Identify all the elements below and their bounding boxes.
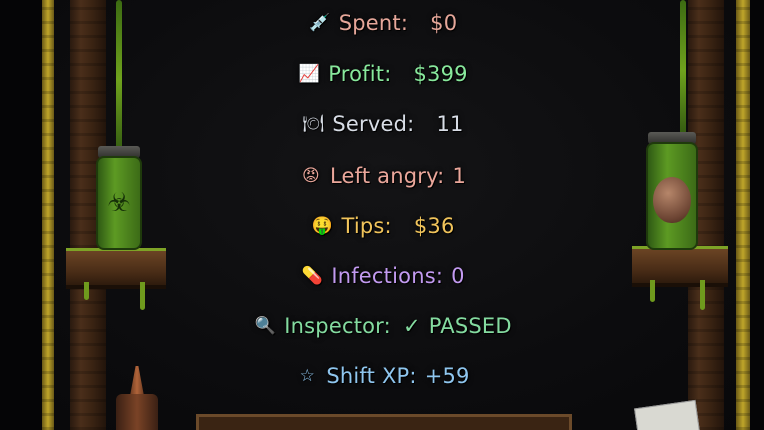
- shift-summary-screen: ☣ 💉 Spent: $0 📈 Profit: $399 🍽 Served: 1…: [0, 0, 764, 430]
- stat-label: Served:: [332, 112, 415, 136]
- angry-face-icon: 😡: [301, 166, 320, 186]
- magnifier-icon: 🔍: [254, 316, 276, 336]
- stat-label: Tips:: [341, 214, 392, 238]
- pill-icon: 💊: [301, 266, 323, 286]
- stat-value: $36: [413, 214, 455, 238]
- stat-tips: 🤑 Tips: $36: [0, 214, 764, 238]
- stat-label: Shift XP:: [326, 364, 417, 388]
- checkmark-icon: ✓: [402, 314, 421, 338]
- stat-value: 11: [436, 112, 464, 136]
- stat-label: Infections:: [331, 264, 444, 288]
- stat-profit: 📈 Profit: $399: [0, 62, 764, 86]
- stat-label: Inspector:: [284, 314, 391, 338]
- stat-value: 1: [452, 164, 467, 188]
- stat-value: PASSED: [428, 314, 512, 338]
- stat-shift-xp: ☆ Shift XP: +59: [0, 364, 764, 388]
- stat-label: Spent:: [338, 11, 409, 35]
- stat-value: $0: [430, 11, 458, 35]
- plate-icon: 🍽: [302, 114, 325, 134]
- stat-label: Profit:: [328, 62, 392, 86]
- stat-infections: 💊 Infections: 0: [0, 264, 764, 288]
- stat-left-angry: 😡 Left angry: 1: [0, 164, 764, 188]
- chart-up-icon: 📈: [298, 64, 320, 84]
- syringe-icon: 💉: [309, 13, 331, 33]
- stat-value: 0: [451, 264, 465, 288]
- stat-label: Left angry:: [329, 164, 445, 188]
- money-face-icon: 🤑: [311, 216, 334, 236]
- star-icon: ☆: [299, 366, 316, 386]
- stat-spent: 💉 Spent: $0: [0, 11, 764, 35]
- stat-served: 🍽 Served: 11: [0, 112, 764, 136]
- stat-value: $399: [413, 62, 468, 86]
- stat-inspector: 🔍 Inspector: ✓ PASSED: [0, 314, 764, 338]
- shift-stats-list: 💉 Spent: $0 📈 Profit: $399 🍽 Served: 11 …: [0, 0, 764, 430]
- stat-value: +59: [424, 364, 470, 388]
